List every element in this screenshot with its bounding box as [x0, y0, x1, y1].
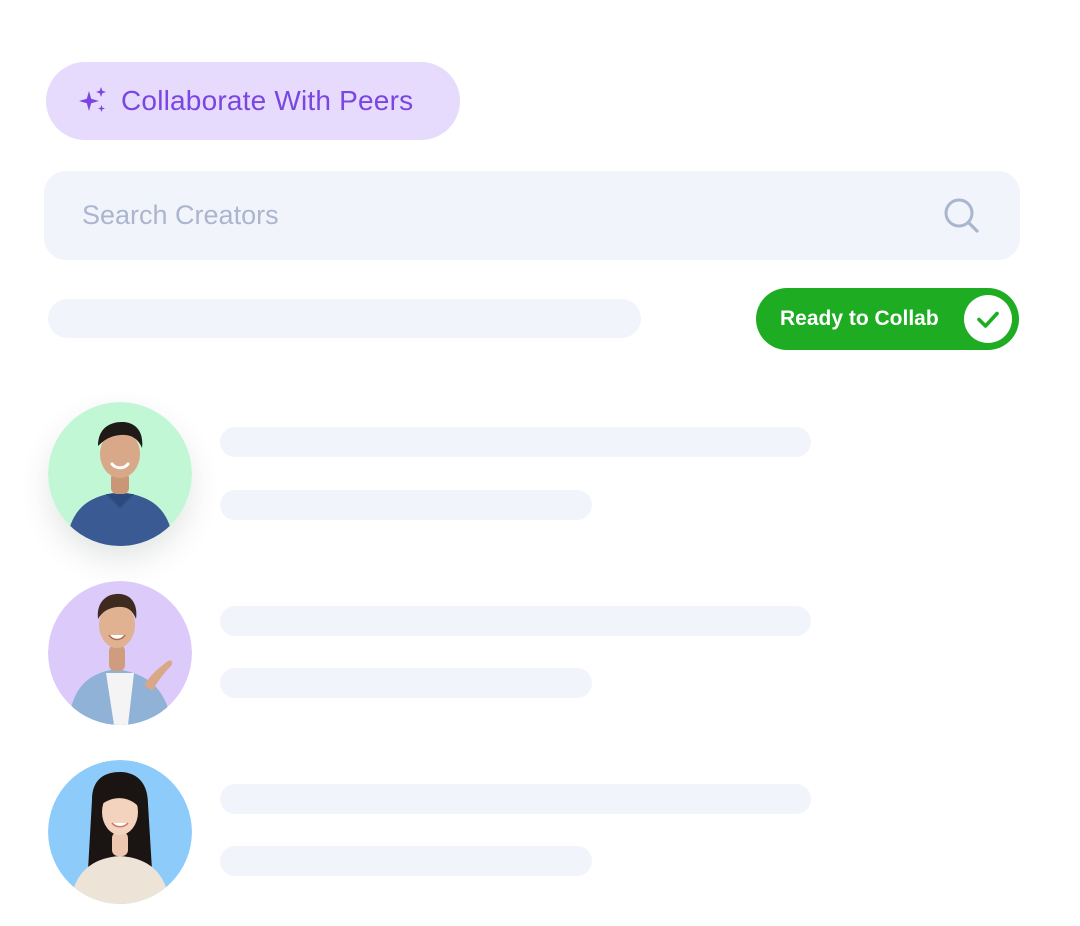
toggle-label: Ready to Collab [780, 307, 939, 330]
name-placeholder [220, 427, 811, 457]
badge-label: Collaborate With Peers [121, 85, 414, 116]
search-bar [44, 171, 1020, 260]
detail-placeholder [220, 490, 592, 520]
creator-list-item[interactable] [48, 402, 848, 548]
avatar [48, 760, 192, 904]
collaborate-badge: Collaborate With Peers [46, 62, 460, 140]
detail-placeholder [220, 846, 592, 876]
name-placeholder [220, 606, 811, 636]
creator-list-item[interactable] [48, 581, 848, 727]
search-icon[interactable] [942, 196, 982, 236]
ready-to-collab-toggle[interactable]: Ready to Collab [756, 288, 1019, 350]
detail-placeholder [220, 668, 592, 698]
name-placeholder [220, 784, 811, 814]
search-input[interactable] [82, 200, 942, 231]
avatar [48, 581, 192, 725]
creator-list-item[interactable] [48, 760, 848, 906]
check-icon [964, 295, 1012, 343]
sparkle-icon [78, 86, 108, 116]
filter-placeholder-bar [48, 299, 641, 338]
avatar [48, 402, 192, 546]
